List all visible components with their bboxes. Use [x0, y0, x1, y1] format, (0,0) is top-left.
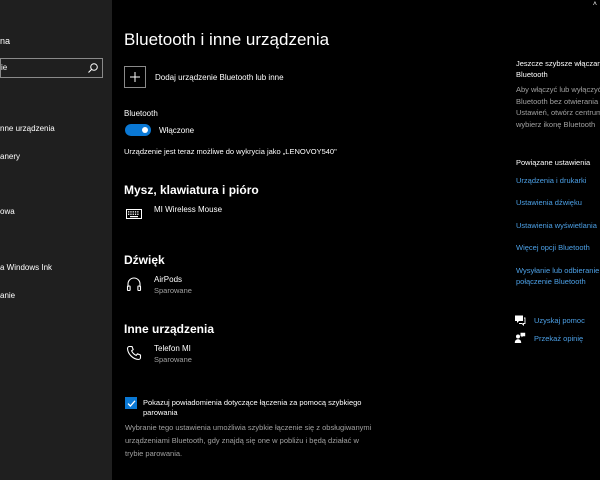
- navigation-sidebar: na ie nne urządzenia anery owa a Windows…: [0, 0, 112, 480]
- give-feedback-link[interactable]: Przekaż opinię: [514, 332, 583, 344]
- main-content: Bluetooth i inne urządzenia Dodaj urządz…: [112, 0, 490, 480]
- give-feedback-label: Przekaż opinię: [534, 333, 584, 343]
- sidebar-item-printers[interactable]: anery: [0, 152, 20, 161]
- section-title-audio: Dźwięk: [124, 253, 165, 267]
- tip-title: Jeszcze szybsze włączanie Bluetooth: [516, 59, 600, 79]
- sidebar-item-autoplay[interactable]: anie: [0, 291, 15, 300]
- bluetooth-toggle[interactable]: [125, 124, 151, 136]
- page-title: Bluetooth i inne urządzenia: [124, 30, 330, 49]
- phone-icon: [126, 345, 142, 361]
- feedback-person-icon: [514, 332, 526, 343]
- get-help-link[interactable]: Uzyskaj pomoc: [514, 314, 585, 326]
- sidebar-item-devices[interactable]: nne urządzenia: [0, 124, 55, 133]
- keyboard-icon: [126, 209, 142, 219]
- sidebar-title: na: [0, 36, 11, 46]
- link-sound-settings[interactable]: Ustawienia dźwięku: [516, 197, 582, 208]
- link-devices-printers[interactable]: Urządzenia i drukarki: [516, 175, 586, 186]
- chat-help-icon: [515, 315, 526, 326]
- sidebar-item-pen[interactable]: a Windows Ink: [0, 263, 52, 272]
- bluetooth-toggle-label: Włączone: [159, 126, 195, 135]
- swift-pair-description: Wybranie tego ustawienia umożliwia szybk…: [125, 423, 372, 458]
- swift-pair-checkbox[interactable]: [125, 397, 137, 409]
- add-device-button[interactable]: Dodaj urządzenie Bluetooth lub inne: [124, 66, 284, 88]
- plus-icon: [124, 66, 146, 88]
- toggle-knob: [142, 127, 148, 133]
- link-send-receive-bluetooth[interactable]: Wysyłanie lub odbieranie połączenie Blue…: [516, 265, 599, 287]
- link-more-bluetooth-options[interactable]: Więcej opcji Bluetooth: [516, 242, 590, 253]
- device-status: Sparowane: [154, 355, 192, 364]
- link-display-settings[interactable]: Ustawienia wyświetlania: [516, 220, 597, 231]
- device-name: AirPods: [154, 275, 183, 284]
- headphones-icon: [126, 277, 142, 292]
- device-airpods[interactable]: AirPods Sparowane: [126, 274, 192, 296]
- bluetooth-label: Bluetooth: [124, 109, 158, 118]
- device-status: Sparowane: [154, 286, 192, 295]
- add-device-label: Dodaj urządzenie Bluetooth lub inne: [155, 72, 284, 82]
- search-icon[interactable]: [87, 62, 99, 74]
- search-input-value: ie: [1, 63, 8, 72]
- window-corner-glyph: ˄: [592, 1, 597, 8]
- device-telefon-mi[interactable]: Telefon MI Sparowane: [126, 343, 192, 365]
- device-name: MI Wireless Mouse: [154, 205, 223, 214]
- device-mi-wireless-mouse[interactable]: MI Wireless Mouse: [126, 204, 222, 222]
- discoverable-status: Urządzenie jest teraz możliwe do wykryci…: [124, 147, 337, 156]
- checkmark-icon: [127, 399, 135, 407]
- device-name: Telefon MI: [154, 344, 191, 353]
- tip-description: Aby włączyć lub wyłączyć Bluetooth bez o…: [516, 85, 600, 129]
- section-title-other-devices: Inne urządzenia: [124, 322, 215, 336]
- search-input[interactable]: ie: [0, 58, 103, 78]
- section-title-input-devices: Mysz, klawiatura i pióro: [124, 183, 259, 197]
- related-settings-heading: Powiązane ustawienia: [516, 158, 591, 167]
- sidebar-item-keyboard[interactable]: owa: [0, 207, 15, 216]
- related-panel: ˄ Jeszcze szybsze włączanie Bluetooth Ab…: [490, 0, 600, 480]
- get-help-label: Uzyskaj pomoc: [534, 315, 585, 325]
- swift-pair-label[interactable]: Pokazuj powiadomienia dotyczące łączenia…: [143, 398, 383, 418]
